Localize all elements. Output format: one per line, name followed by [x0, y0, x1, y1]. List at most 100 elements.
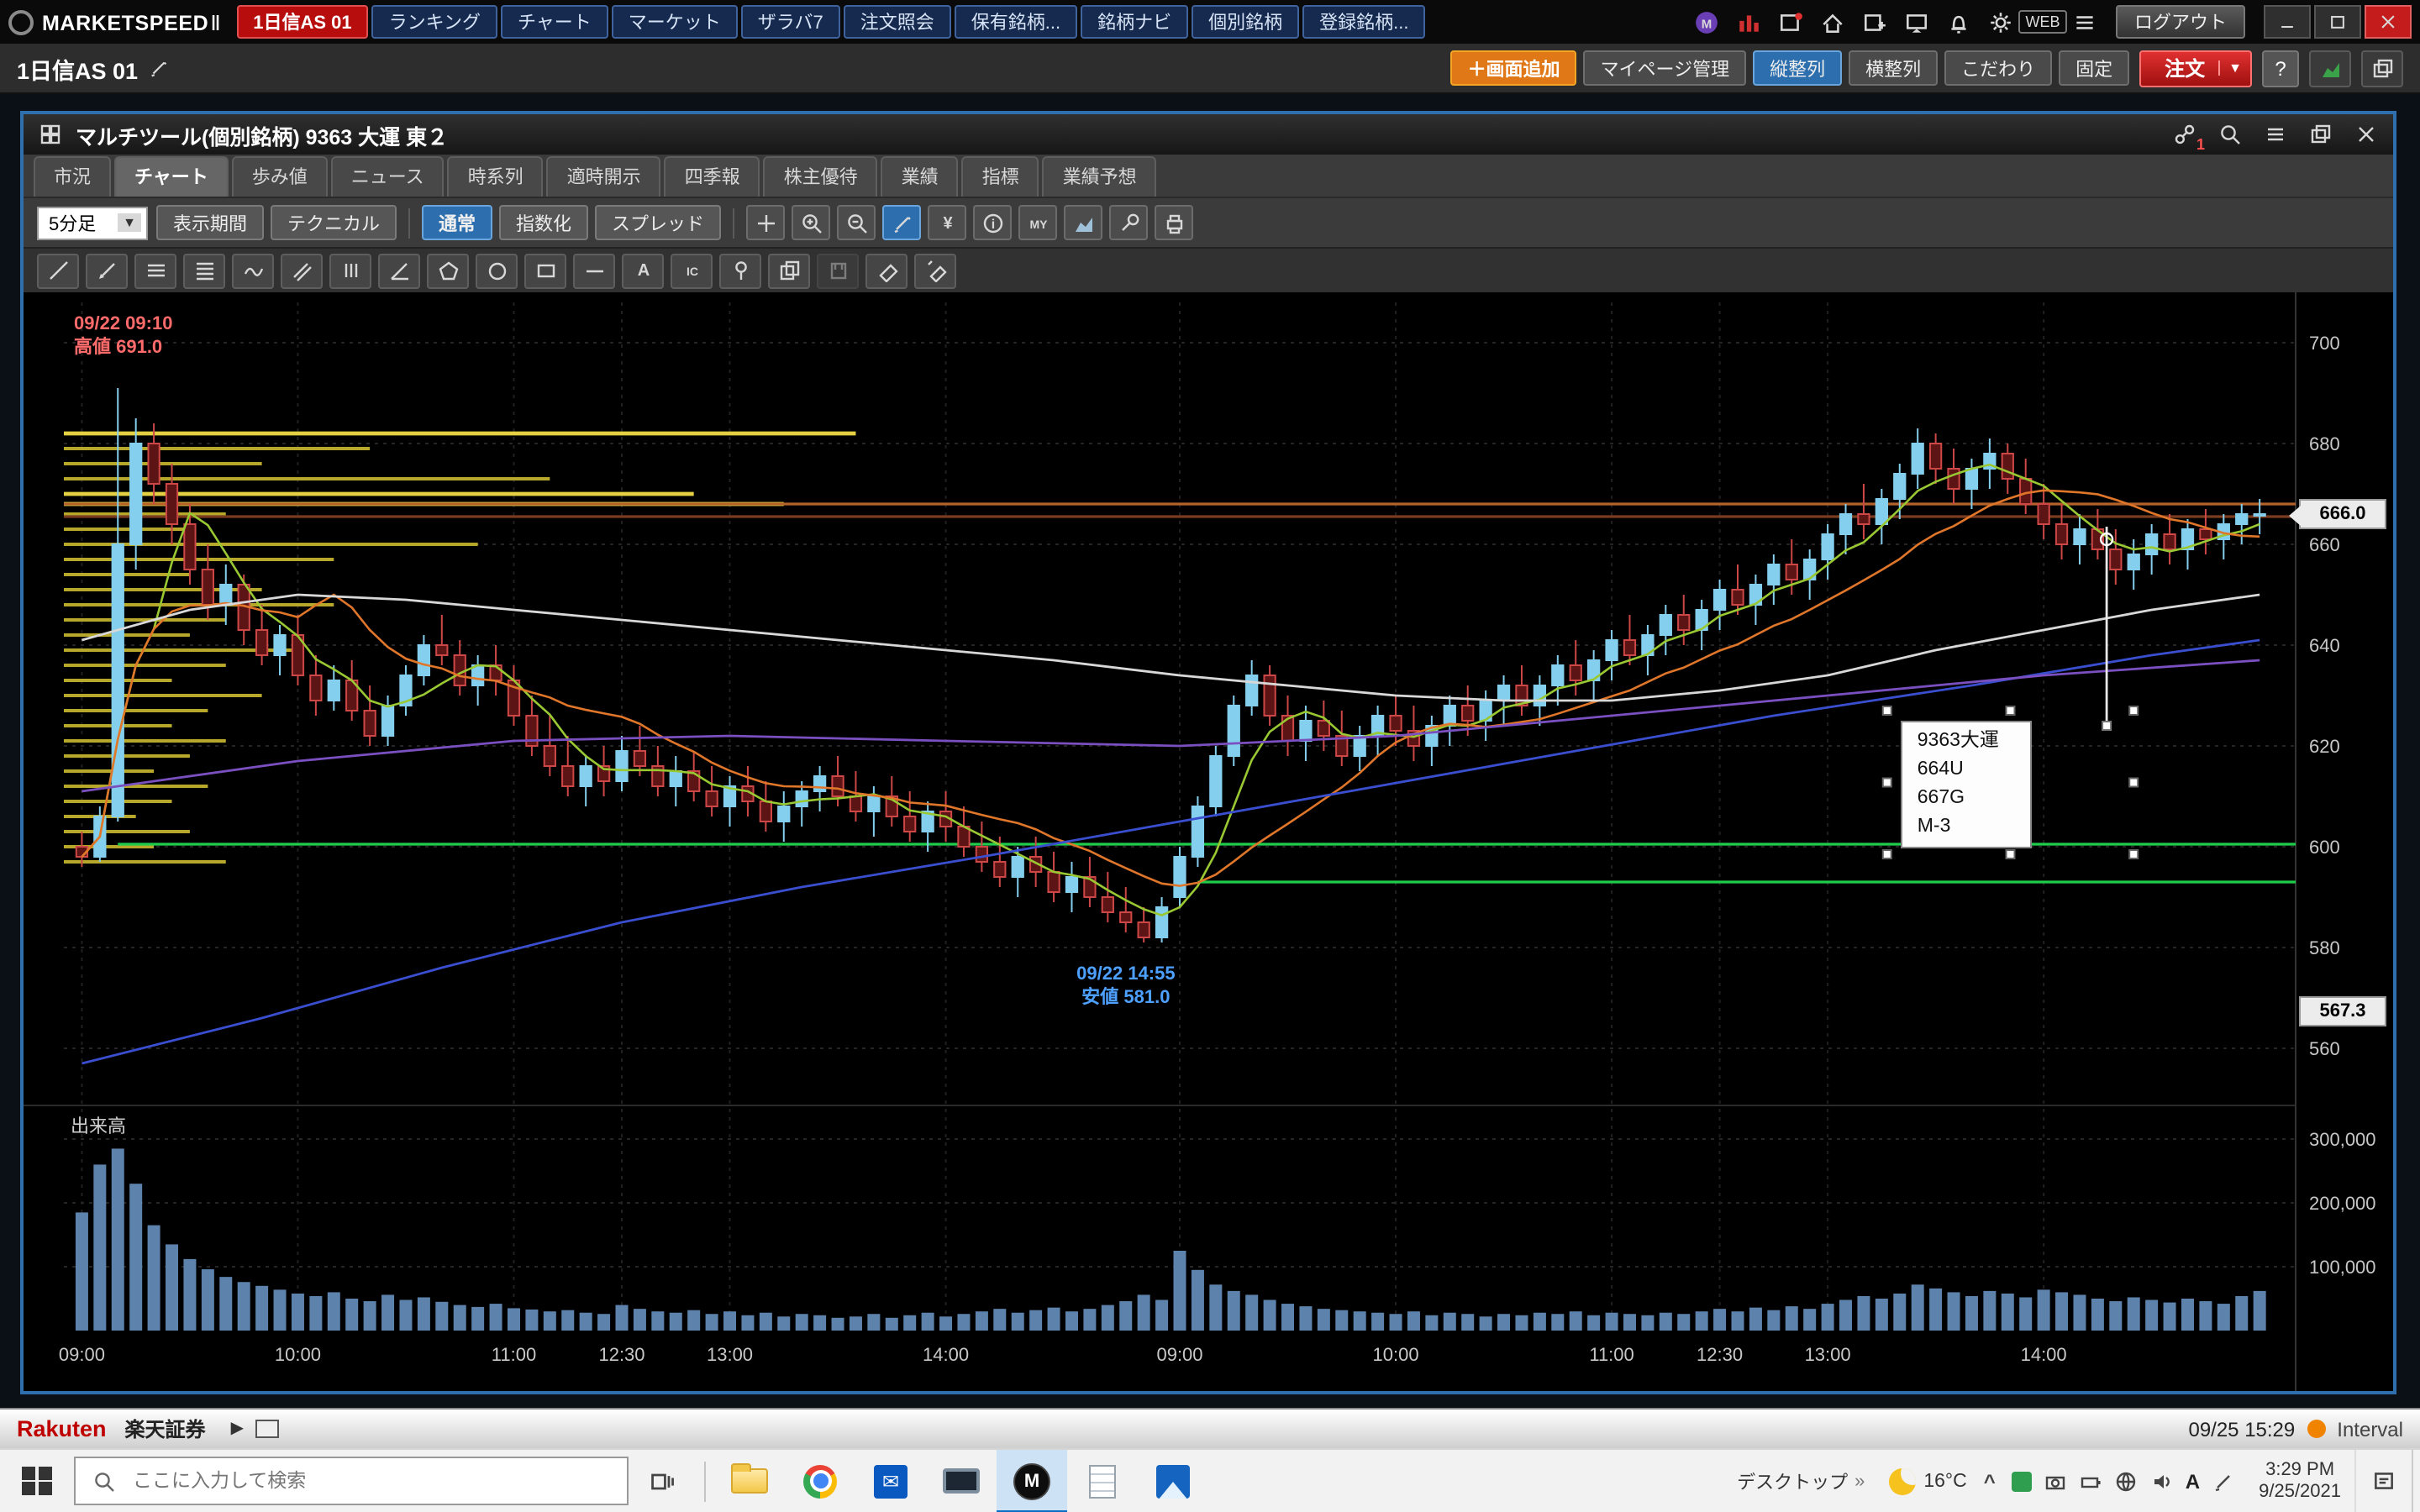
edit-workspace-icon[interactable] — [148, 55, 178, 81]
circle-tool[interactable] — [476, 253, 518, 288]
start-button[interactable] — [0, 1449, 74, 1512]
logout-button[interactable]: ログアウト — [2116, 5, 2245, 39]
info-icon[interactable]: i — [973, 205, 1012, 240]
order-caret-icon[interactable]: ▼ — [2218, 60, 2242, 76]
text-tool[interactable]: A — [622, 253, 664, 288]
zoom-in-icon[interactable] — [792, 205, 830, 240]
vlines-tool[interactable] — [329, 253, 371, 288]
copy-tool[interactable] — [768, 253, 810, 288]
marker-tool[interactable] — [86, 253, 128, 288]
chart-mode-button[interactable]: スプレッド — [595, 205, 721, 240]
web-icon[interactable]: WEB — [2023, 5, 2062, 39]
area-chart-icon[interactable] — [1064, 205, 1102, 240]
window-tab[interactable]: 指標 — [962, 156, 1039, 197]
workspace-toolbar-button[interactable]: マイページ管理 — [1584, 50, 1747, 86]
taskbar-app-notepad[interactable] — [1067, 1449, 1138, 1512]
chart-mode-button[interactable]: 通常 — [422, 205, 492, 240]
angle-tool[interactable] — [378, 253, 420, 288]
task-view-button[interactable] — [629, 1449, 696, 1512]
workspace-toolbar-button[interactable]: 縦整列 — [1753, 50, 1842, 86]
my-indicator-icon[interactable]: MY — [1018, 205, 1057, 240]
pentagon-tool[interactable] — [427, 253, 469, 288]
home-icon[interactable] — [1813, 5, 1852, 39]
window-tab[interactable]: 四季報 — [665, 156, 760, 197]
window-close-icon[interactable] — [2351, 121, 2381, 148]
line-tool[interactable] — [37, 253, 79, 288]
rect-tool[interactable] — [524, 253, 566, 288]
clear-tool[interactable] — [914, 253, 956, 288]
taskbar-app-explorer[interactable] — [714, 1449, 785, 1512]
trend-tool[interactable] — [281, 253, 323, 288]
period-select[interactable]: 5分足▼ — [37, 206, 148, 239]
zoom-out-icon[interactable] — [837, 205, 876, 240]
chart-area[interactable]: 700680660640620600580560300,000200,00010… — [24, 292, 2393, 1391]
window-tab[interactable]: 時系列 — [448, 156, 544, 197]
eraser-tool[interactable] — [865, 253, 908, 288]
taskbar-app-photos[interactable] — [1138, 1449, 1208, 1512]
panel-icon[interactable] — [255, 1420, 279, 1438]
gear-icon[interactable] — [1981, 5, 2020, 39]
market-red-icon[interactable] — [1729, 5, 1768, 39]
pencil-icon[interactable] — [882, 205, 921, 240]
duplicate-window-icon[interactable] — [2306, 121, 2336, 148]
workspace-toolbar-button[interactable]: 固定 — [2059, 50, 2129, 86]
window-tab[interactable]: ニュース — [331, 156, 445, 197]
link-icon[interactable]: 1 — [2170, 121, 2200, 148]
top-nav-tab[interactable]: チャート — [501, 5, 608, 39]
menu-icon[interactable] — [2065, 5, 2104, 39]
yen-icon[interactable]: ¥ — [928, 205, 966, 240]
top-nav-tab[interactable]: 保有銘柄... — [955, 5, 1077, 39]
window-tab[interactable]: 業績 — [881, 156, 959, 197]
green-app-icon[interactable] — [2012, 1471, 2033, 1491]
weather-widget[interactable]: 16°C — [1888, 1467, 1966, 1494]
taskbar-clock[interactable]: 3:29 PM 9/25/2021 — [2259, 1459, 2341, 1503]
expand-panel-icon[interactable]: ▶ — [231, 1420, 244, 1438]
window-tab[interactable]: 市況 — [34, 156, 111, 197]
camera-icon[interactable] — [2044, 1469, 2068, 1493]
battery-icon[interactable] — [2080, 1469, 2103, 1493]
hlines3-tool[interactable] — [134, 253, 176, 288]
hlines4-tool[interactable] — [183, 253, 225, 288]
save-tool[interactable] — [817, 253, 859, 288]
chart-shortcut-icon[interactable] — [2309, 50, 2351, 87]
window-tab[interactable]: 業績予想 — [1043, 156, 1157, 197]
window-tab[interactable]: 適時開示 — [547, 156, 661, 197]
top-nav-tab[interactable]: 注文照会 — [844, 5, 951, 39]
tray-expand-icon[interactable]: ^ — [1984, 1469, 1996, 1493]
window-menu-icon[interactable] — [2260, 121, 2291, 148]
taskbar-app-marketspeed[interactable]: M — [997, 1449, 1067, 1512]
window-tab[interactable]: 株主優待 — [764, 156, 878, 197]
window-tab[interactable]: 歩み値 — [232, 156, 328, 197]
taskbar-app-mail[interactable]: ✉ — [855, 1449, 926, 1512]
window-tab[interactable]: チャート — [114, 156, 229, 197]
top-nav-tab[interactable]: マーケット — [612, 5, 738, 39]
hline-tool[interactable] — [573, 253, 615, 288]
cast-icon[interactable] — [1897, 5, 1936, 39]
crosshair-icon[interactable] — [746, 205, 785, 240]
order-button[interactable]: 注文▼ — [2139, 50, 2252, 87]
icon-stamp-tool[interactable]: IC — [671, 253, 713, 288]
chart-toolbar-button[interactable]: 表示期間 — [156, 205, 264, 240]
desktop-switcher[interactable]: デスクトップ» — [1737, 1467, 1865, 1494]
help-button[interactable]: ? — [2262, 50, 2299, 87]
chart-mode-button[interactable]: 指数化 — [499, 205, 588, 240]
wave-tool[interactable] — [232, 253, 274, 288]
action-center-button[interactable] — [2354, 1449, 2412, 1512]
maximize-button[interactable] — [2314, 5, 2361, 39]
wrench-icon[interactable] — [1109, 205, 1148, 240]
top-nav-tab[interactable]: 銘柄ナビ — [1081, 5, 1188, 39]
search-input[interactable] — [129, 1469, 610, 1493]
app-circle-icon[interactable]: M — [1687, 5, 1726, 39]
chart-toolbar-button[interactable]: テクニカル — [271, 205, 397, 240]
top-nav-tab[interactable]: 1日信AS 01 — [236, 5, 368, 39]
workspace-toolbar-button[interactable]: 横整列 — [1849, 50, 1938, 86]
ime-icon[interactable]: A — [2186, 1469, 2200, 1493]
windows-shortcut-icon[interactable] — [2361, 50, 2403, 87]
top-nav-tab[interactable]: ランキング — [372, 5, 497, 39]
close-button[interactable] — [2365, 5, 2412, 39]
top-nav-tab[interactable]: 登録銘柄... — [1302, 5, 1425, 39]
pen-icon[interactable] — [2212, 1469, 2235, 1493]
taskbar-app-display[interactable] — [926, 1449, 997, 1512]
volume-icon[interactable] — [2150, 1469, 2174, 1493]
workspace-toolbar-button[interactable]: ＋画面追加 — [1451, 50, 1577, 86]
